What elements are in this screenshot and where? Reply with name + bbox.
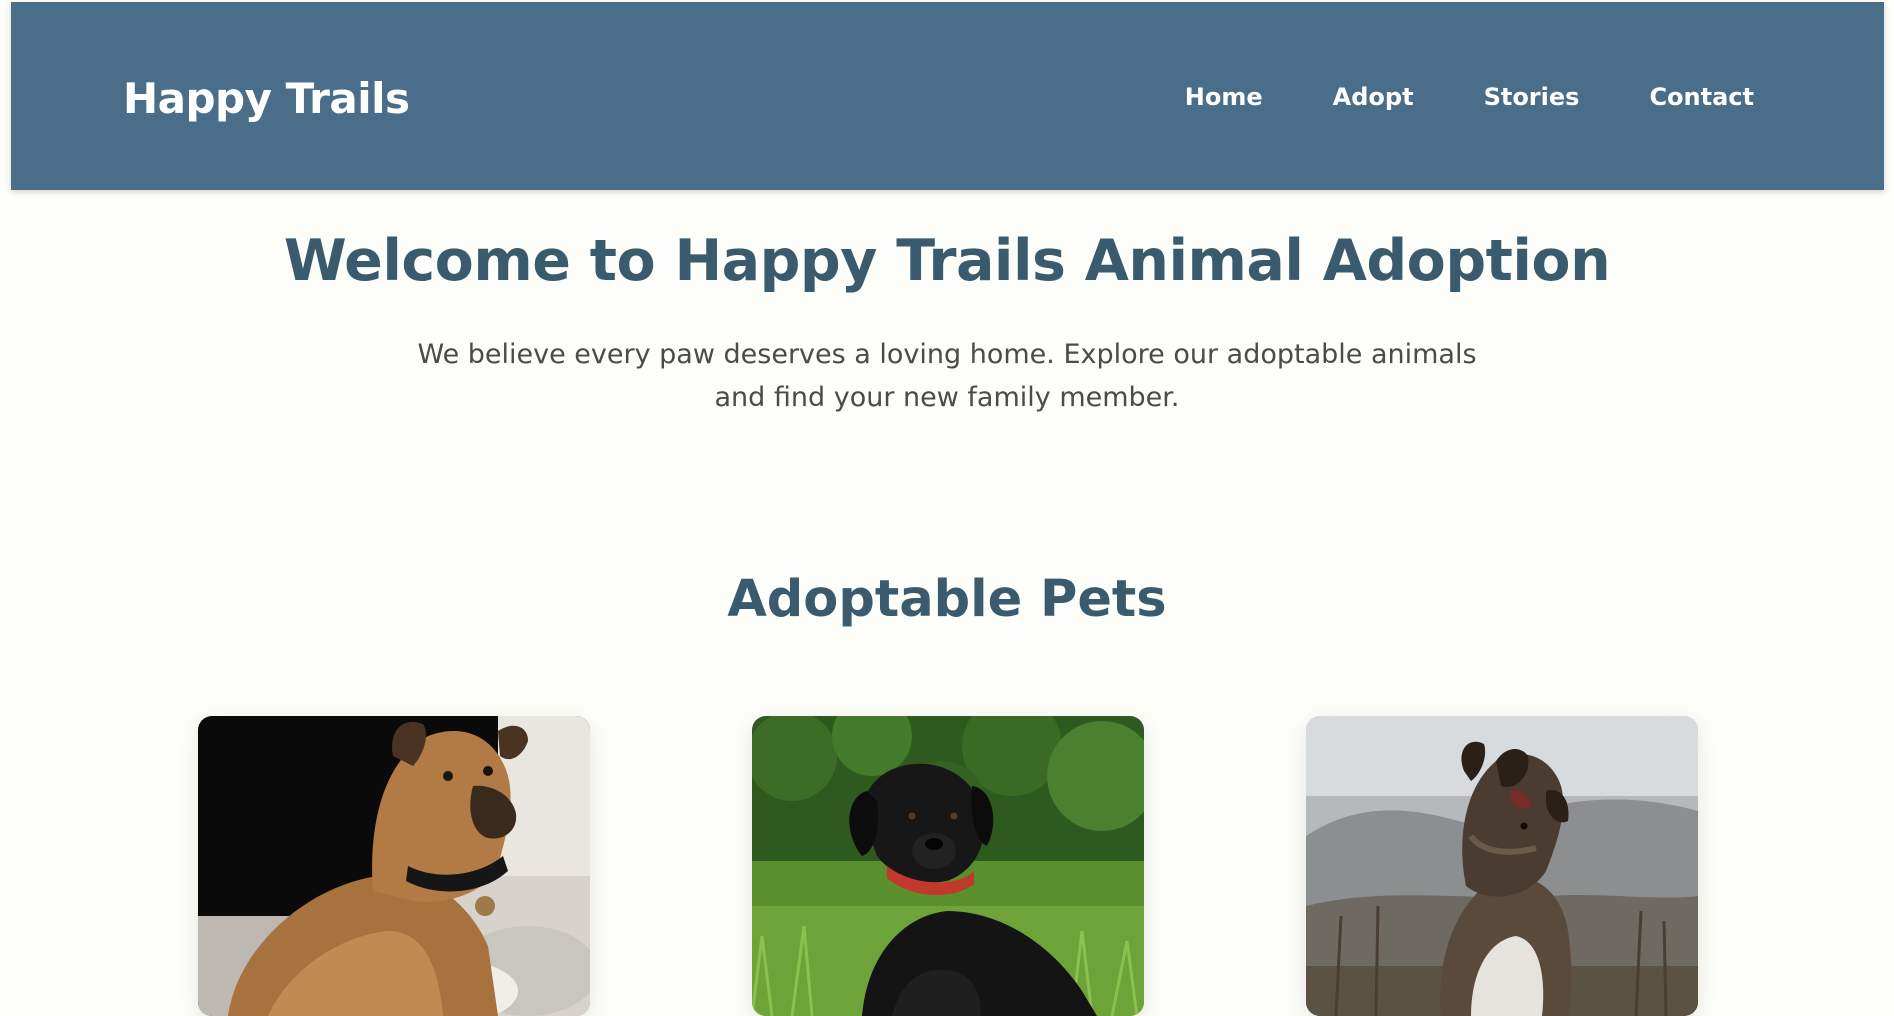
tan-dog-photo xyxy=(198,716,590,1016)
pet-card-1[interactable] xyxy=(198,716,590,1016)
pet-card-3[interactable] xyxy=(1306,716,1698,1016)
hero-title: Welcome to Happy Trails Animal Adoption xyxy=(283,228,1611,294)
brindle-dog-photo xyxy=(1306,716,1698,1016)
nav-home-link[interactable]: Home xyxy=(1185,83,1263,111)
nav-contact-link[interactable]: Contact xyxy=(1649,83,1754,111)
pet-card-2[interactable] xyxy=(752,716,1144,1016)
black-lab-photo xyxy=(752,716,1144,1016)
site-header: Happy Trails Home Adopt Stories Contact xyxy=(11,2,1884,190)
pets-section-title: Adoptable Pets xyxy=(727,570,1167,629)
hero-subtitle: We believe every paw deserves a loving h… xyxy=(417,339,1477,413)
site-logo[interactable]: Happy Trails xyxy=(123,74,410,123)
nav-stories-link[interactable]: Stories xyxy=(1484,83,1580,111)
nav-adopt-link[interactable]: Adopt xyxy=(1333,83,1414,111)
main-nav: Home Adopt Stories Contact xyxy=(1185,83,1754,111)
